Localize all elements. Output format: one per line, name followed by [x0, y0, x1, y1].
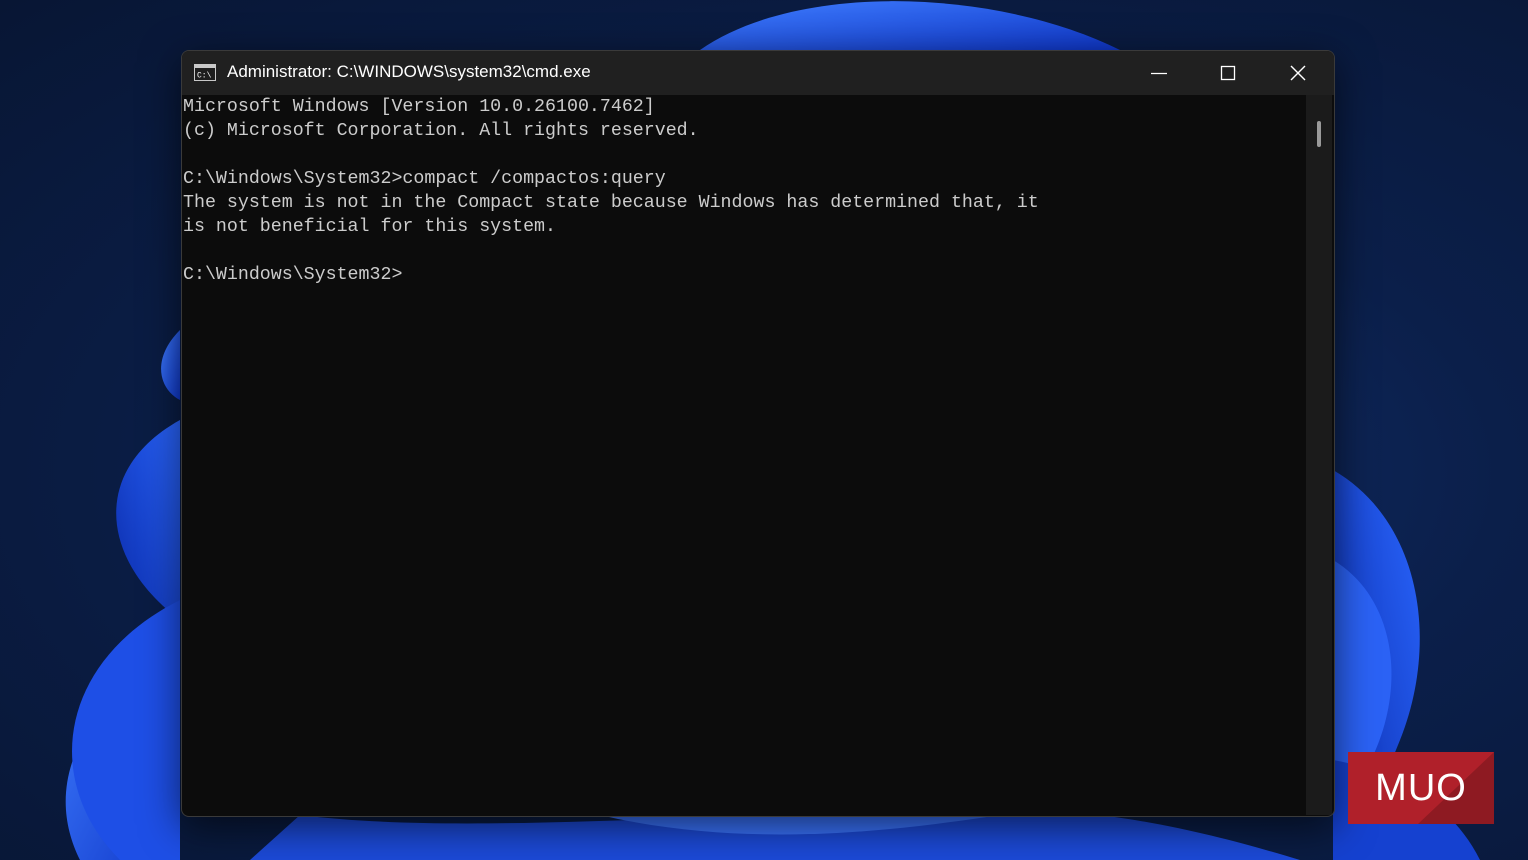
console-text: Microsoft Windows [Version 10.0.26100.74…: [182, 95, 1039, 287]
console-prompt[interactable]: C:\Windows\System32>: [182, 263, 1039, 287]
minimize-icon: [1151, 72, 1167, 75]
desktop: C:\ Administrator: C:\WINDOWS\system32\c…: [0, 0, 1528, 860]
muo-logo-background: [1348, 752, 1494, 824]
console-line: Microsoft Windows [Version 10.0.26100.74…: [183, 97, 655, 117]
maximize-icon: [1220, 65, 1236, 81]
cmd-window: C:\ Administrator: C:\WINDOWS\system32\c…: [181, 50, 1335, 817]
close-icon: [1290, 65, 1306, 81]
scrollbar-thumb[interactable]: [1317, 121, 1321, 147]
vertical-scrollbar[interactable]: [1306, 95, 1332, 815]
console-line: The system is not in the Compact state b…: [183, 193, 1039, 213]
window-title: Administrator: C:\WINDOWS\system32\cmd.e…: [227, 62, 591, 81]
muo-watermark: MUO: [1348, 752, 1494, 824]
console-line: C:\Windows\System32>compact /compactos:q…: [183, 169, 666, 189]
maximize-button[interactable]: [1193, 51, 1263, 95]
console-line: (c) Microsoft Corporation. All rights re…: [183, 121, 699, 141]
close-button[interactable]: [1263, 51, 1333, 95]
title-bar[interactable]: C:\ Administrator: C:\WINDOWS\system32\c…: [182, 51, 1334, 95]
cmd-icon: C:\: [194, 64, 216, 81]
console-output[interactable]: Microsoft Windows [Version 10.0.26100.74…: [182, 95, 1306, 815]
console-line: is not beneficial for this system.: [183, 217, 556, 237]
svg-text:C:\: C:\: [197, 72, 212, 81]
minimize-button[interactable]: [1124, 51, 1194, 95]
